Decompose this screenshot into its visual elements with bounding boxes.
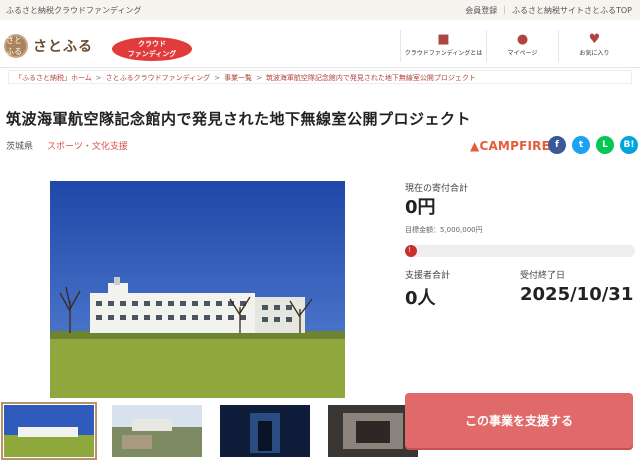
- breadcrumb: 「ふるさと納税」ホーム > さとふるクラウドファンディング > 事業一覧 > 筑波海軍航空隊…: [8, 70, 632, 84]
- breadcrumb-crowdfunding[interactable]: さとふるクラウドファンディング: [106, 74, 211, 82]
- person-icon: ●: [516, 32, 529, 47]
- heart-icon: ♥: [588, 32, 601, 47]
- logo-mark-icon: さとふる: [4, 34, 28, 58]
- donation-value: 0円: [405, 197, 436, 218]
- logo-text: さとふる: [33, 39, 93, 55]
- campfire-logo: ▲CAMPFIRE: [470, 139, 550, 153]
- breadcrumb-current: 筑波海軍航空隊記念館内で発見された地下無線室公開プロジェクト: [265, 74, 476, 82]
- top-bar: ふるさと納税クラウドファンディング 会員登録 | ふるさと納税サイトさとふるTO…: [0, 0, 640, 20]
- progress-fill: [405, 245, 417, 257]
- page-title: 筑波海軍航空隊記念館内で発見された地下無線室公開プロジェクト: [6, 110, 472, 128]
- nav-favorites[interactable]: ♥ お気に入り: [558, 30, 630, 62]
- nav-label: クラウドファンディングとは: [404, 50, 483, 57]
- breadcrumb-separator: >: [256, 74, 262, 82]
- main-project-photo: [50, 181, 345, 398]
- line-icon[interactable]: L: [596, 136, 614, 154]
- deadline-value: 2025/10/31: [520, 284, 634, 305]
- facebook-icon[interactable]: f: [548, 136, 566, 154]
- nav-mypage[interactable]: ● マイページ: [486, 30, 558, 62]
- supporters-label: 支援者合計: [405, 271, 451, 281]
- book-icon: ■: [437, 32, 450, 47]
- region-tag[interactable]: 茨城県: [6, 139, 33, 152]
- hatena-icon[interactable]: B!: [620, 136, 638, 154]
- thumbnail-2[interactable]: [112, 405, 202, 457]
- partner-name: CAMPFIRE: [479, 139, 550, 153]
- progress-indicator-icon: !: [408, 246, 411, 254]
- deadline-label: 受付終了日: [520, 271, 566, 281]
- divider: |: [503, 5, 506, 14]
- breadcrumb-separator: >: [214, 74, 221, 82]
- share-buttons: f t L B!: [548, 136, 638, 154]
- badge-line-1: クラウド: [138, 40, 166, 48]
- category-tag[interactable]: スポーツ・文化支援: [47, 139, 128, 152]
- satofull-logo[interactable]: さとふる さとふる: [4, 34, 93, 58]
- thumbnail-3[interactable]: [220, 405, 310, 457]
- thumbnail-1[interactable]: [1, 402, 97, 460]
- breadcrumb-home[interactable]: 「ふるさと納税」ホーム: [15, 74, 92, 82]
- photo-thumbnails: [1, 402, 418, 460]
- support-project-button[interactable]: この事業を支援する: [405, 393, 633, 448]
- crowdfunding-badge[interactable]: クラウド ファンディング: [112, 37, 192, 61]
- satofull-top-link[interactable]: ふるさと納税サイトさとふるTOP: [512, 5, 632, 16]
- progress-bar: !: [405, 245, 635, 257]
- goal-amount: 目標金額：5,000,000円: [405, 226, 483, 234]
- site-tagline: ふるさと納税クラウドファンディング: [6, 6, 142, 15]
- supporters-value: 0人: [405, 288, 436, 309]
- top-links: 会員登録 | ふるさと納税サイトさとふるTOP: [465, 5, 632, 16]
- register-link[interactable]: 会員登録: [465, 5, 497, 16]
- breadcrumb-separator: >: [95, 74, 102, 82]
- nav-about-crowdfunding[interactable]: ■ クラウドファンディングとは: [400, 30, 486, 62]
- badge-line-2: ファンディング: [127, 50, 177, 58]
- nav-label: お気に入り: [579, 50, 610, 57]
- breadcrumb-projects[interactable]: 事業一覧: [224, 74, 252, 82]
- twitter-icon[interactable]: t: [572, 136, 590, 154]
- project-tags: 茨城県 スポーツ・文化支援: [6, 139, 128, 152]
- nav-label: マイページ: [507, 50, 538, 57]
- header-nav: ■ クラウドファンディングとは ● マイページ ♥ お気に入り: [400, 30, 630, 62]
